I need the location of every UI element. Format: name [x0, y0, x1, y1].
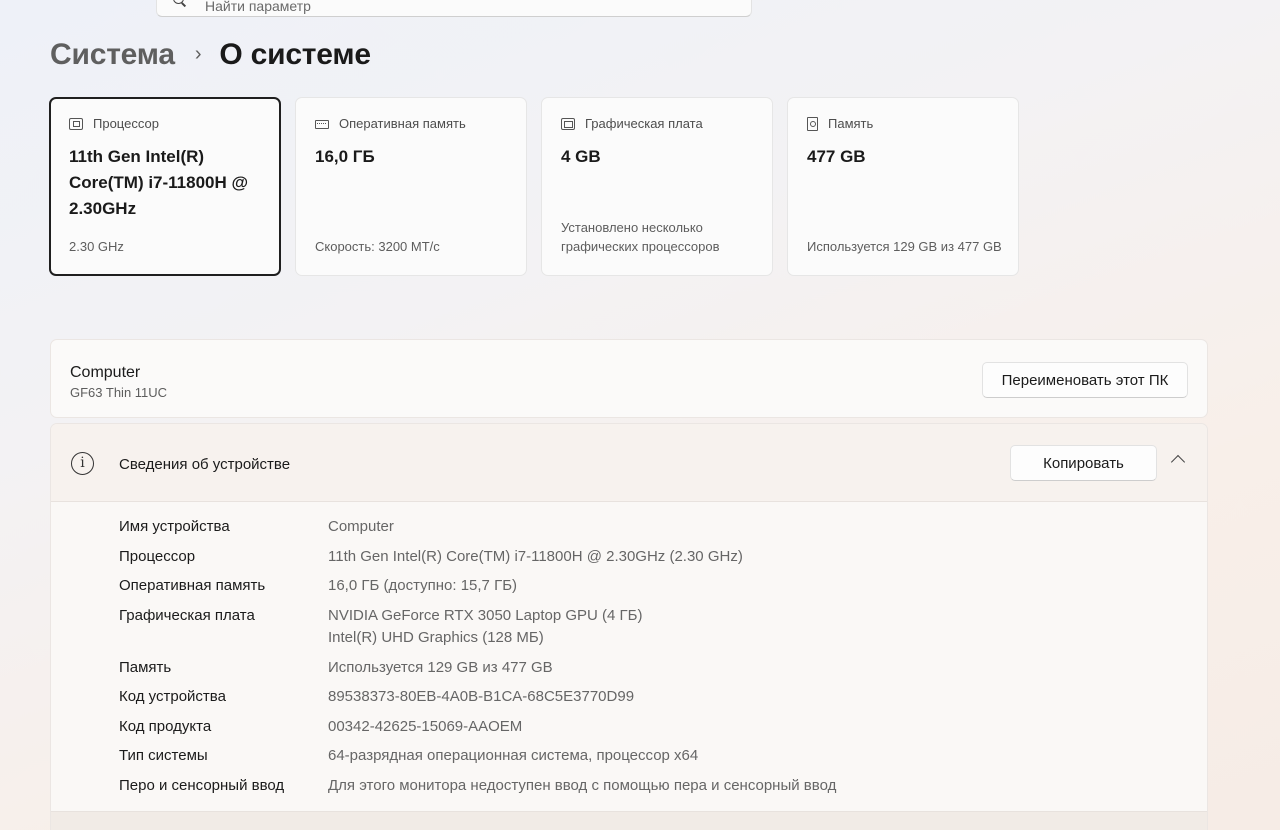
spec-row-system-type: Тип системы 64-разрядная операционная си…	[119, 745, 836, 768]
spec-value: 64-разрядная операционная система, проце…	[328, 747, 699, 764]
page-title: О системе	[219, 38, 371, 71]
storage-card-sub: Используется 129 GB из 477 GB	[807, 239, 1002, 254]
processor-card-label: Процессор	[93, 116, 159, 131]
spec-value: 16,0 ГБ (доступно: 15,7 ГБ)	[328, 577, 518, 594]
spec-value: Для этого монитора недоступен ввод с пом…	[328, 776, 837, 794]
spec-row-gpu: Графическая плата NVIDIA GeForce RTX 305…	[119, 605, 836, 650]
processor-icon	[69, 117, 83, 130]
device-info-header[interactable]: i Сведения об устройстве Копировать	[51, 424, 1207, 502]
spec-value: Intel(R) UHD Graphics (128 МБ)	[328, 629, 544, 646]
storage-card-value: 477 GB	[807, 147, 866, 166]
search-input[interactable]: Найти параметр	[156, 0, 752, 17]
device-info-panel: i Сведения об устройстве Копировать Имя …	[50, 423, 1208, 830]
spec-key: Тип системы	[119, 747, 208, 764]
spec-key: Процессор	[119, 547, 196, 565]
gpu-card-value: 4 GB	[561, 147, 601, 166]
ram-card[interactable]: Оперативная память 16,0 ГБ Скорость: 320…	[295, 97, 527, 276]
spec-row-ram: Оперативная память 16,0 ГБ (доступно: 15…	[119, 575, 836, 598]
breadcrumb: Система › О системе	[50, 38, 371, 72]
device-info-title: Сведения об устройстве	[119, 456, 291, 473]
spec-row-device-id: Код устройства 89538373-80EB-4A0B-B1CA-6…	[119, 686, 836, 709]
computer-model: GF63 Thin 11UC	[70, 385, 168, 400]
spec-row-product-id: Код продукта 00342-42625-15069-AAOEM	[119, 716, 836, 739]
chevron-right-icon: ›	[194, 42, 202, 65]
spec-value: Computer	[328, 518, 394, 535]
ram-card-sub: Скорость: 3200 МТ/с	[315, 239, 440, 254]
copy-button[interactable]: Копировать	[1010, 445, 1157, 481]
spec-value: Используется 129 GB из 477 GB	[328, 658, 553, 676]
spec-cards: Процессор 11th Gen Intel(R) Core(TM) i7-…	[49, 97, 1019, 276]
spec-key: Код продукта	[119, 717, 212, 735]
gpu-card-label: Графическая плата	[585, 116, 703, 131]
spec-value: 00342-42625-15069-AAOEM	[328, 717, 523, 735]
related-settings-strip	[51, 811, 1207, 830]
spec-key: Перо и сенсорный ввод	[119, 776, 285, 794]
spec-key: Код устройства	[119, 688, 226, 705]
spec-row-processor: Процессор 11th Gen Intel(R) Core(TM) i7-…	[119, 546, 836, 569]
processor-card-sub: 2.30 GHz	[69, 239, 124, 254]
search-icon	[173, 0, 187, 7]
spec-value: 89538373-80EB-4A0B-B1CA-68C5E3770D99	[328, 688, 635, 705]
storage-card-label: Память	[828, 116, 874, 131]
processor-card-value: 11th Gen Intel(R) Core(TM) i7-11800H @ 2…	[69, 147, 249, 218]
gpu-card-sub: Установлено несколько графических процес…	[561, 220, 720, 254]
processor-card[interactable]: Процессор 11th Gen Intel(R) Core(TM) i7-…	[49, 97, 281, 276]
spec-row-pen-touch: Перо и сенсорный ввод Для этого монитора…	[119, 775, 836, 798]
storage-card[interactable]: Память 477 GB Используется 129 GB из 477…	[787, 97, 1019, 276]
storage-icon	[807, 116, 818, 131]
spec-key: Оперативная память	[119, 577, 266, 594]
breadcrumb-system-link[interactable]: Система	[50, 38, 175, 72]
search-placeholder: Найти параметр	[205, 0, 311, 14]
ram-card-value: 16,0 ГБ	[315, 147, 375, 166]
computer-name: Computer	[70, 364, 141, 381]
ram-icon	[315, 120, 329, 129]
spec-row-storage: Память Используется 129 GB из 477 GB	[119, 657, 836, 680]
ram-card-label: Оперативная память	[339, 116, 466, 131]
spec-key: Имя устройства	[119, 518, 230, 535]
spec-value: 11th Gen Intel(R) Core(TM) i7-11800H @ 2…	[328, 547, 743, 565]
computer-name-panel: Computer GF63 Thin 11UC Переименовать эт…	[50, 339, 1208, 418]
device-specs-list: Имя устройства Computer Процессор 11th G…	[119, 516, 836, 804]
spec-row-device-name: Имя устройства Computer	[119, 516, 836, 539]
spec-key: Графическая плата	[119, 606, 255, 624]
chevron-up-icon[interactable]	[1170, 454, 1186, 470]
rename-pc-button[interactable]: Переименовать этот ПК	[982, 362, 1188, 398]
info-icon: i	[71, 452, 94, 475]
gpu-card[interactable]: Графическая плата 4 GB Установлено неско…	[541, 97, 773, 276]
gpu-icon	[561, 117, 575, 130]
spec-key: Память	[119, 658, 172, 676]
spec-value: NVIDIA GeForce RTX 3050 Laptop GPU (4 ГБ…	[328, 606, 643, 624]
